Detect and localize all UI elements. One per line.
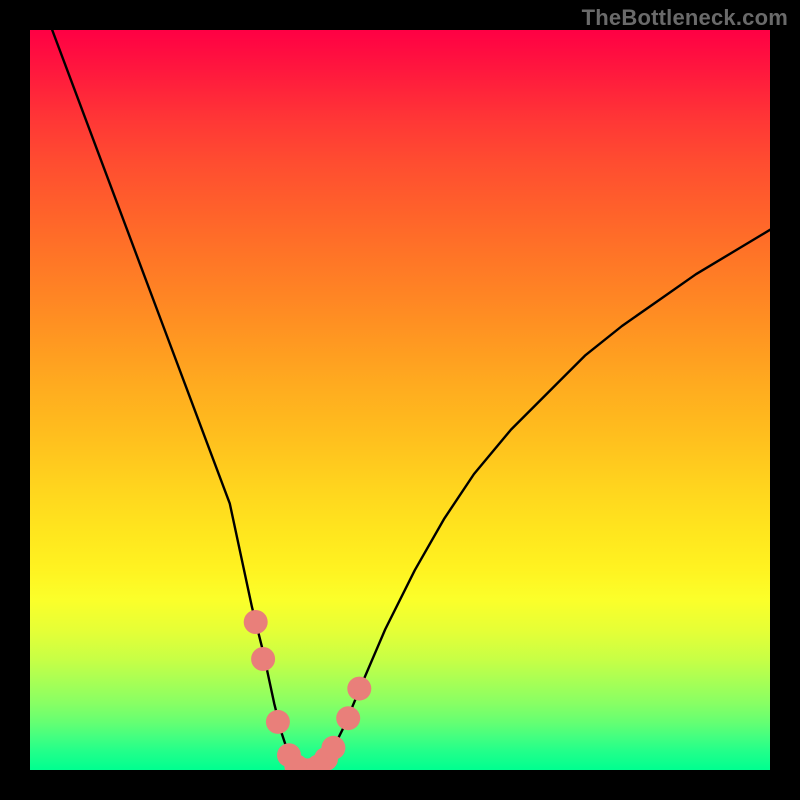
curve-marker [251,647,275,671]
curve-marker [244,610,268,634]
bottleneck-curve-line [52,30,770,770]
curve-marker [321,736,345,760]
min-region-markers [244,610,372,770]
curve-marker [266,710,290,734]
curve-layer [30,30,770,770]
chart-frame: TheBottleneck.com [0,0,800,800]
curve-marker [336,706,360,730]
curve-marker [347,677,371,701]
plot-area [30,30,770,770]
watermark-text: TheBottleneck.com [582,5,788,31]
